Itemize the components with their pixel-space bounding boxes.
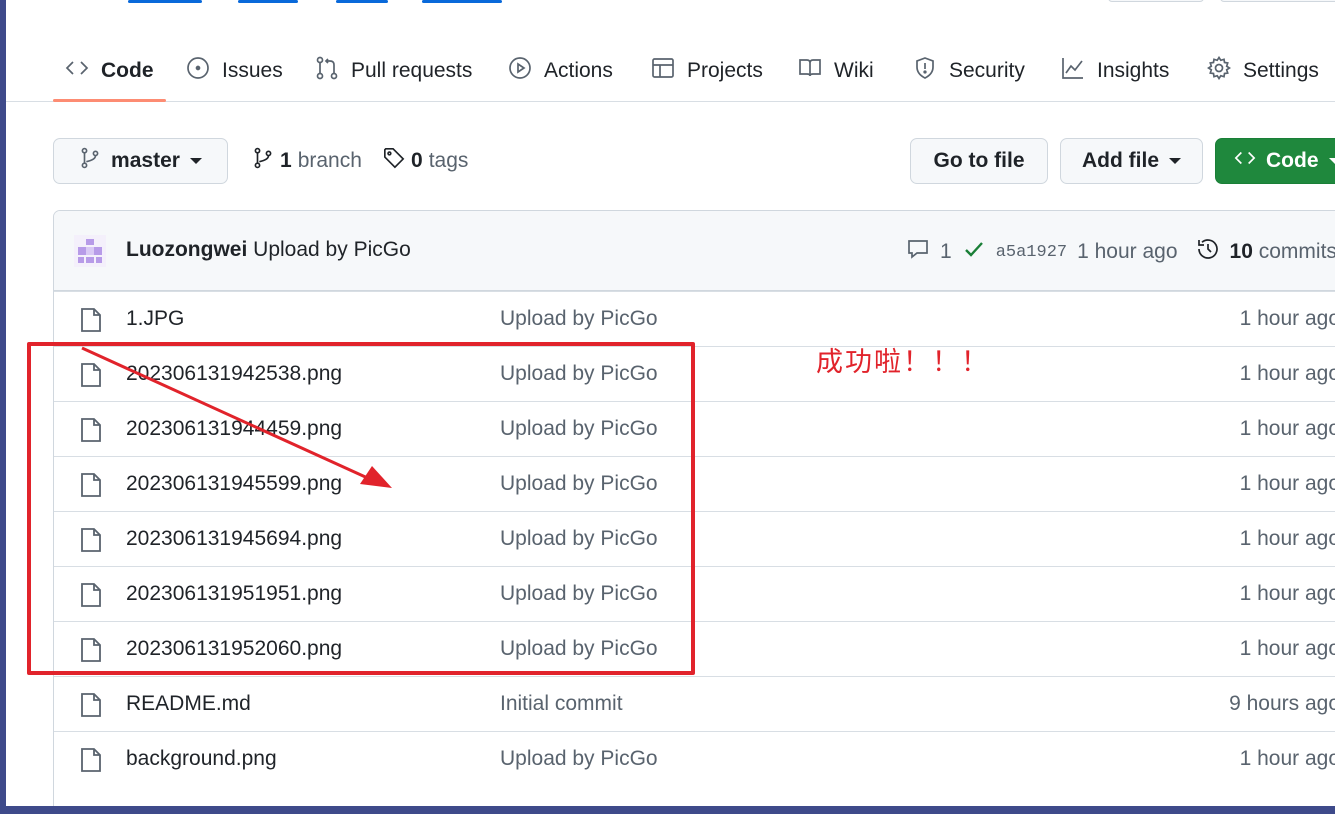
code-icon xyxy=(1234,147,1256,175)
check-icon[interactable] xyxy=(962,237,986,267)
go-to-file-button[interactable]: Go to file xyxy=(910,138,1048,184)
tab-label: Settings xyxy=(1243,59,1319,82)
window-edge xyxy=(0,806,1335,814)
file-icon xyxy=(80,692,102,718)
file-age: 1 hour ago xyxy=(1239,362,1335,385)
commit-count-label: commits xyxy=(1258,240,1335,263)
branch-selector-button[interactable]: master xyxy=(53,138,228,184)
go-to-file-label: Go to file xyxy=(933,149,1025,172)
file-icon xyxy=(80,747,102,773)
file-name-link[interactable]: 1.JPG xyxy=(126,307,184,331)
tab-label: Code xyxy=(101,59,154,82)
tag-label: tags xyxy=(428,149,469,172)
tab-settings[interactable]: Settings xyxy=(1195,40,1331,102)
chevron-down-icon xyxy=(1328,158,1335,164)
avatar[interactable] xyxy=(74,235,106,267)
latest-commit-bar: Luozongwei Upload by PicGo 1 a5a1927 1 h… xyxy=(54,211,1335,291)
repo-tab-nav: Code Issues Pull requests Actions Projec… xyxy=(6,40,1335,102)
tag-icon xyxy=(383,147,405,175)
file-age: 1 hour ago xyxy=(1239,307,1335,330)
code-button-label: Code xyxy=(1266,149,1319,172)
gear-icon xyxy=(1206,55,1232,86)
tags-link[interactable]: 0 tags xyxy=(383,138,468,184)
tab-label: Security xyxy=(949,59,1025,82)
tab-insights[interactable]: Insights xyxy=(1049,40,1181,102)
git-branch-icon xyxy=(252,147,274,175)
book-icon xyxy=(798,56,822,86)
table-row[interactable]: README.md Initial commit 9 hours ago xyxy=(54,676,1335,731)
file-age: 1 hour ago xyxy=(1239,472,1335,495)
file-name-link[interactable]: background.png xyxy=(126,747,277,771)
commit-count-link[interactable]: 10 commits xyxy=(1230,240,1335,264)
shield-icon xyxy=(913,56,937,86)
branch-name: master xyxy=(111,149,180,172)
git-branch-icon xyxy=(79,147,101,175)
tab-label: Actions xyxy=(544,59,613,82)
comment-icon[interactable] xyxy=(906,237,930,267)
file-commit-message[interactable]: Upload by PicGo xyxy=(500,747,658,771)
commit-author[interactable]: Luozongwei xyxy=(126,238,247,261)
chevron-down-icon xyxy=(189,158,202,164)
table-row[interactable]: 1.JPG Upload by PicGo 1 hour ago xyxy=(54,291,1335,346)
annotation-text: 成功啦！！！ xyxy=(816,347,990,378)
tab-projects[interactable]: Projects xyxy=(639,40,775,102)
file-icon xyxy=(80,307,102,333)
comment-count[interactable]: 1 xyxy=(940,240,952,264)
file-age: 1 hour ago xyxy=(1239,582,1335,605)
commit-title[interactable]: Upload by PicGo xyxy=(253,238,411,261)
tab-wiki[interactable]: Wiki xyxy=(786,40,886,102)
chevron-down-icon xyxy=(1169,158,1181,164)
commit-sha[interactable]: a5a1927 xyxy=(996,243,1067,262)
tab-label: Wiki xyxy=(834,59,874,82)
pull-request-icon xyxy=(315,56,339,86)
file-age: 1 hour ago xyxy=(1239,747,1335,770)
annotation-highlight-box xyxy=(27,342,695,675)
graph-icon xyxy=(1061,56,1085,86)
add-file-label: Add file xyxy=(1082,149,1159,172)
browser-page: Code Issues Pull requests Actions Projec… xyxy=(6,0,1335,806)
file-name-link[interactable]: README.md xyxy=(126,692,251,716)
tab-label: Insights xyxy=(1097,59,1170,82)
tab-pull-requests[interactable]: Pull requests xyxy=(303,40,484,102)
tag-count: 0 xyxy=(411,149,423,172)
branches-link[interactable]: 1 branch xyxy=(252,138,362,184)
tab-code[interactable]: Code xyxy=(53,40,166,102)
table-row[interactable]: background.png Upload by PicGo 1 hour ago xyxy=(54,731,1335,786)
commit-meta: 1 a5a1927 1 hour ago 10 commits xyxy=(906,237,1335,267)
code-dropdown-button[interactable]: Code xyxy=(1215,138,1335,184)
file-age: 1 hour ago xyxy=(1239,417,1335,440)
tab-actions[interactable]: Actions xyxy=(496,40,625,102)
file-commit-message[interactable]: Initial commit xyxy=(500,692,623,716)
commit-time: 1 hour ago xyxy=(1077,240,1178,263)
header-remnant xyxy=(6,0,1335,6)
tab-label: Pull requests xyxy=(351,59,473,82)
history-icon[interactable] xyxy=(1196,237,1220,267)
tab-label: Issues xyxy=(222,59,283,82)
file-age: 9 hours ago xyxy=(1229,692,1335,715)
file-age: 1 hour ago xyxy=(1239,527,1335,550)
play-icon xyxy=(508,56,532,86)
file-age: 1 hour ago xyxy=(1239,637,1335,660)
file-commit-message[interactable]: Upload by PicGo xyxy=(500,307,658,331)
issue-icon xyxy=(186,56,210,86)
code-icon xyxy=(65,56,89,86)
tab-security[interactable]: Security xyxy=(901,40,1037,102)
branch-label: branch xyxy=(297,149,362,172)
add-file-button[interactable]: Add file xyxy=(1060,138,1203,184)
table-icon xyxy=(651,56,675,86)
tab-label: Projects xyxy=(687,59,763,82)
commit-count: 10 xyxy=(1229,240,1253,263)
tab-issues[interactable]: Issues xyxy=(174,40,295,102)
commit-message: Luozongwei Upload by PicGo xyxy=(126,238,411,262)
branch-count: 1 xyxy=(280,149,292,172)
